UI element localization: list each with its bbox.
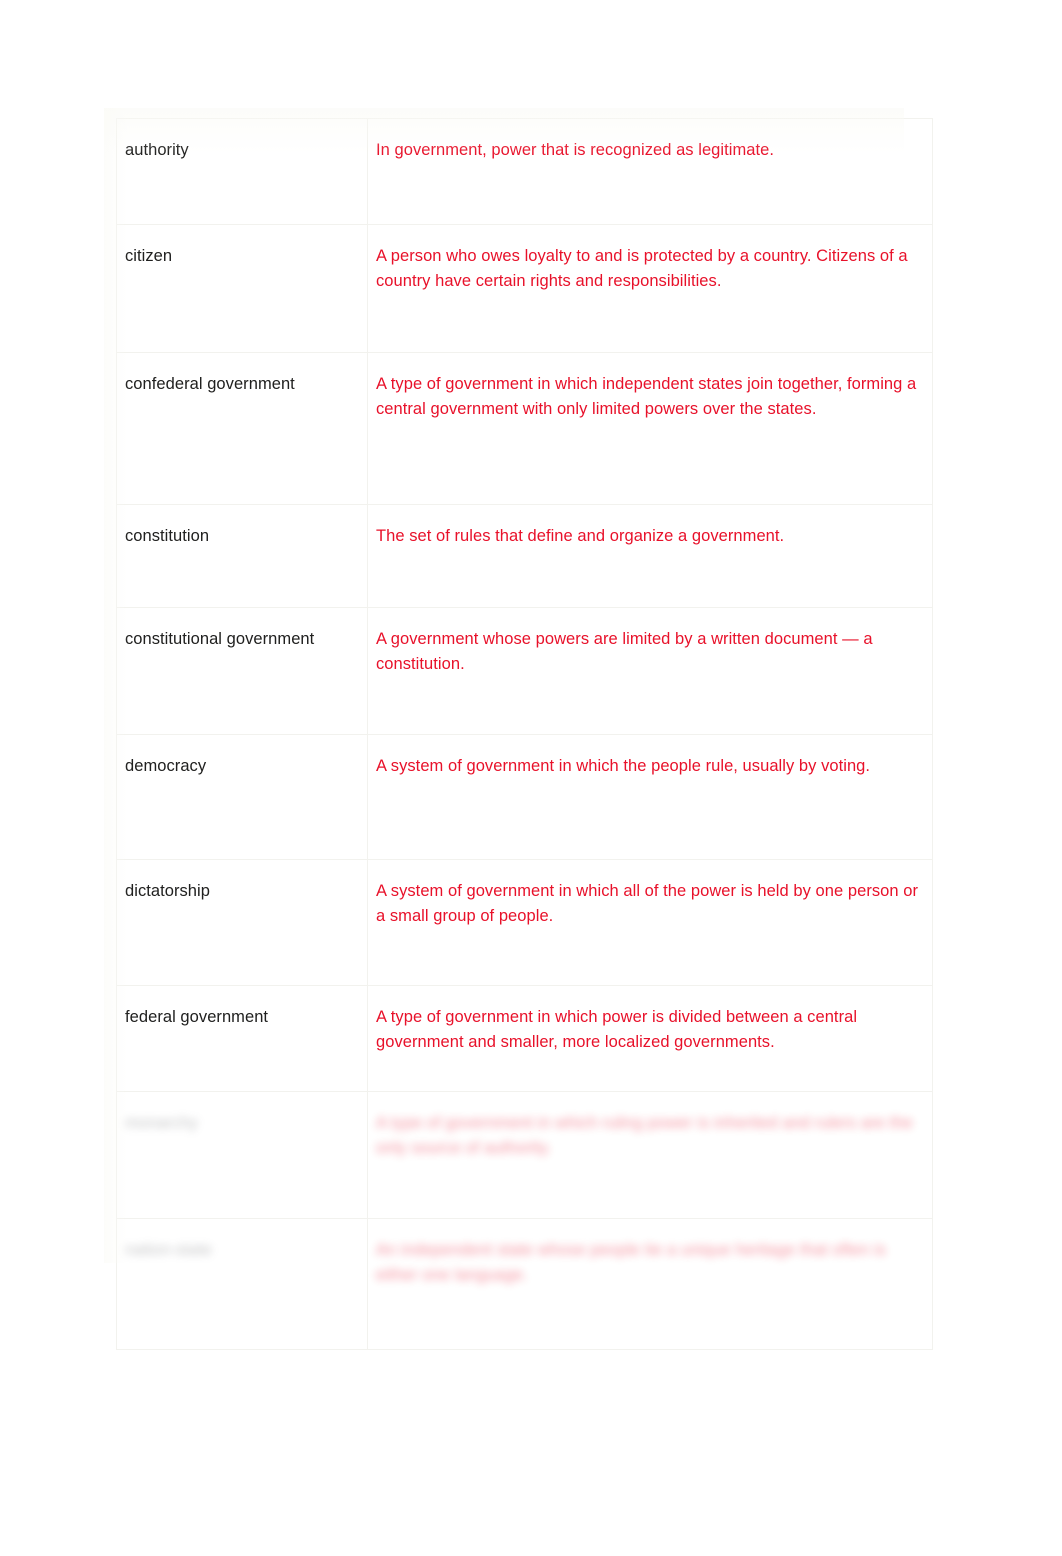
term-label: authority — [125, 141, 189, 159]
table-row-obscured: monarchy A type of government in which r… — [116, 1091, 933, 1219]
definition-text: An independent state whose people tie a … — [376, 1241, 886, 1284]
term-cell: nation-state — [116, 1218, 368, 1350]
definition-cell: The set of rules that define and organiz… — [367, 504, 933, 608]
term-cell: federal government — [116, 985, 368, 1092]
definition-cell: A type of government in which ruling pow… — [367, 1091, 933, 1219]
term-label: confederal government — [125, 375, 295, 393]
definition-cell: An independent state whose people tie a … — [367, 1218, 933, 1350]
term-cell: constitutional government — [116, 607, 368, 735]
definition-cell: In government, power that is recognized … — [367, 118, 933, 225]
definition-text: A type of government in which power is d… — [376, 1008, 858, 1051]
term-label: dictatorship — [125, 882, 210, 900]
term-cell: monarchy — [116, 1091, 368, 1219]
table-row: democracy A system of government in whic… — [116, 734, 933, 860]
definition-text: The set of rules that define and organiz… — [376, 527, 785, 545]
term-cell: authority — [116, 118, 368, 225]
definition-text: A government whose powers are limited by… — [376, 630, 873, 673]
definition-cell: A system of government in which all of t… — [367, 859, 933, 986]
term-label: constitution — [125, 527, 210, 545]
document-page: authority In government, power that is r… — [0, 0, 1062, 1556]
table-row: dictatorship A system of government in w… — [116, 859, 933, 986]
term-label: citizen — [125, 247, 173, 265]
definition-text: A person who owes loyalty to and is prot… — [376, 247, 908, 290]
definition-cell: A government whose powers are limited by… — [367, 607, 933, 735]
definition-cell: A person who owes loyalty to and is prot… — [367, 224, 933, 353]
definition-text: In government, power that is recognized … — [376, 141, 774, 159]
term-cell: constitution — [116, 504, 368, 608]
term-cell: democracy — [116, 734, 368, 860]
term-cell: dictatorship — [116, 859, 368, 986]
table-row-obscured: nation-state An independent state whose … — [116, 1218, 933, 1350]
term-cell: citizen — [116, 224, 368, 353]
table-row: confederal government A type of governme… — [116, 352, 933, 505]
term-label: nation-state — [125, 1241, 212, 1259]
definition-text: A system of government in which the peop… — [376, 757, 871, 775]
table-row: citizen A person who owes loyalty to and… — [116, 224, 933, 353]
term-label: federal government — [125, 1008, 269, 1026]
glossary-table: authority In government, power that is r… — [116, 118, 933, 1350]
term-cell: confederal government — [116, 352, 368, 505]
definition-cell: A type of government in which power is d… — [367, 985, 933, 1092]
term-label: constitutional government — [125, 630, 315, 648]
definition-cell: A type of government in which independen… — [367, 352, 933, 505]
definition-text: A type of government in which independen… — [376, 375, 917, 418]
term-label: monarchy — [125, 1114, 198, 1132]
table-row: constitutional government A government w… — [116, 607, 933, 735]
table-row: federal government A type of government … — [116, 985, 933, 1092]
definition-text: A system of government in which all of t… — [376, 882, 919, 925]
definition-cell: A system of government in which the peop… — [367, 734, 933, 860]
term-label: democracy — [125, 757, 207, 775]
table-row: authority In government, power that is r… — [116, 118, 933, 225]
table-row: constitution The set of rules that defin… — [116, 504, 933, 608]
definition-text: A type of government in which ruling pow… — [376, 1114, 913, 1157]
glossary-table-body: authority In government, power that is r… — [116, 118, 933, 1350]
